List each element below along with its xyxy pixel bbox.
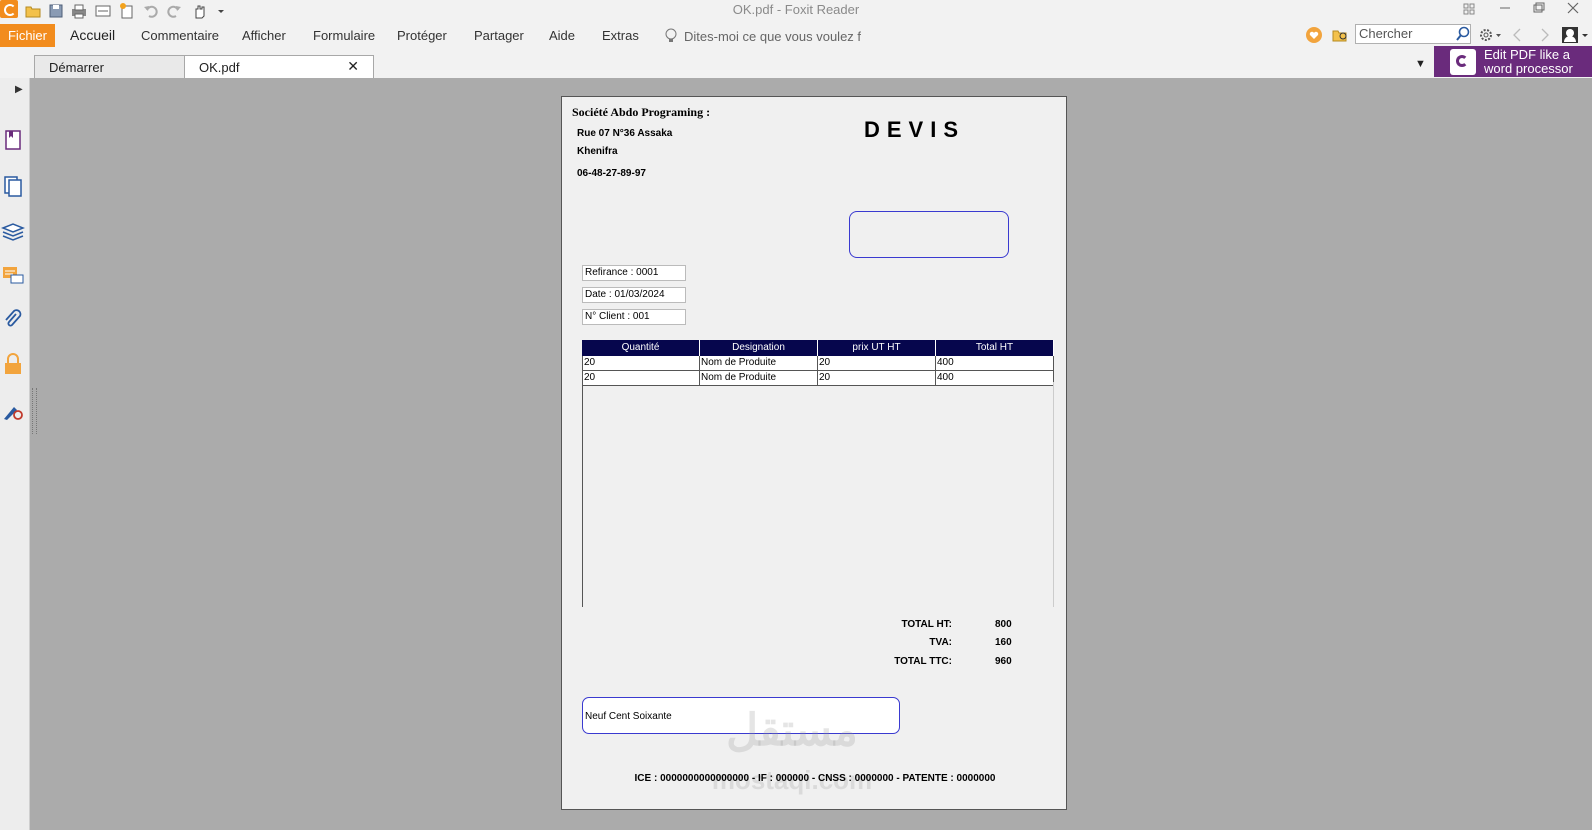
legal-footer: ICE : 0000000000000000 - IF : 000000 - C… [634,773,996,784]
header-total-ht: Total HT [936,340,1054,356]
cell-quantite: 20 [582,356,700,370]
promo-line-1: Edit PDF like a [1484,47,1570,62]
tabs-dropdown-icon[interactable]: ▼ [1415,58,1426,70]
tva-label: TVA: [929,637,952,648]
total-ht-label: TOTAL HT: [901,619,952,630]
menu-aide[interactable]: Aide [549,28,575,43]
menu-commentaire[interactable]: Commentaire [141,28,219,43]
menu-afficher[interactable]: Afficher [242,28,286,43]
total-ht-value: 800 [995,619,1012,630]
signature-icon[interactable] [1,398,25,422]
menu-partager[interactable]: Partager [474,28,524,43]
tab-demarrer[interactable]: Démarrer [34,55,188,78]
pages-icon[interactable] [1,174,25,198]
panel-resize-handle[interactable] [32,388,37,434]
navigation-panel: ▶ [0,78,30,830]
title-bar: OK.pdf - Foxit Reader [0,0,1592,22]
company-phone: 06-48-27-89-97 [577,168,646,179]
cell-designation: Nom de Produite [700,356,818,370]
menu-accueil[interactable]: Accueil [70,27,115,43]
tab-demarrer-label: Démarrer [49,60,104,75]
maximize-icon[interactable] [1528,0,1550,18]
promo-text: Edit PDF like a word processor [1484,48,1573,76]
edit-pdf-promo[interactable]: Edit PDF like a word processor [1434,46,1592,77]
cell-prix: 20 [818,356,936,370]
search-input[interactable]: Chercher [1355,24,1471,44]
header-quantite: Quantité [582,340,700,356]
tab-ok-pdf[interactable]: OK.pdf ✕ [184,55,374,78]
total-ttc-label: TOTAL TTC: [894,656,952,667]
amount-in-words: Neuf Cent Soixante [582,697,900,734]
layers-icon[interactable] [1,219,25,243]
header-designation: Designation [700,340,818,356]
security-icon[interactable] [1,352,25,376]
window-title: OK.pdf - Foxit Reader [732,2,860,17]
comments-icon[interactable] [1,263,25,287]
close-icon[interactable] [1562,0,1584,18]
restore-layout-icon[interactable] [1458,0,1480,18]
tell-me-box[interactable]: Dites-moi ce que vous voulez f [664,26,864,46]
favorite-icon[interactable] [1305,26,1323,44]
tell-me-text: Dites-moi ce que vous voulez f [684,28,862,44]
find-folder-icon[interactable] [1331,26,1349,44]
attachments-icon[interactable] [1,308,25,332]
menu-extras[interactable]: Extras [602,28,639,43]
date-field: Date : 01/03/2024 [582,287,686,303]
bookmark-icon[interactable] [1,128,25,152]
tab-ok-pdf-label: OK.pdf [199,60,240,75]
header-prix-ut-ht: prix UT HT [818,340,936,356]
client-number-field: N° Client : 001 [582,309,686,325]
document-title: DEVIS [864,117,966,142]
nav-back-icon[interactable] [1510,26,1524,44]
tab-close-icon[interactable]: ✕ [347,58,359,75]
nav-forward-icon[interactable] [1538,26,1552,44]
reference-field: Refirance : 0001 [582,265,686,281]
table-body-area [582,382,1054,607]
lightbulb-icon [665,28,677,42]
items-table: Quantité Designation prix UT HT Total HT… [582,340,1054,386]
table-row: 20 Nom de Produite 20 400 [582,356,1054,371]
total-ttc-value: 960 [995,656,1012,667]
menu-file[interactable]: Fichier [0,24,55,47]
minimize-icon[interactable] [1494,0,1516,18]
cell-total: 400 [936,356,1054,370]
gear-icon[interactable] [1478,26,1502,44]
user-account-icon[interactable] [1560,25,1590,45]
search-icon[interactable] [1455,26,1471,42]
expand-panel-icon[interactable]: ▶ [15,84,23,95]
promo-line-2: word processor [1484,61,1573,76]
menu-bar: Fichier Accueil Commentaire Afficher For… [0,22,1592,48]
client-info-box [849,211,1009,258]
company-address-2: Khenifra [577,146,618,157]
tab-bar: Démarrer OK.pdf ✕ ▼ [0,48,1592,78]
pdf-page: Société Abdo Programing : Rue 07 N°36 As… [561,96,1067,810]
tva-value: 160 [995,637,1012,648]
pdf-editor-icon [1450,49,1476,75]
table-header: Quantité Designation prix UT HT Total HT [582,340,1054,356]
menu-formulaire[interactable]: Formulaire [313,28,375,43]
company-name: Société Abdo Programing : [572,105,711,119]
menu-proteger[interactable]: Protéger [397,28,447,43]
company-address-1: Rue 07 N°36 Assaka [577,128,673,139]
